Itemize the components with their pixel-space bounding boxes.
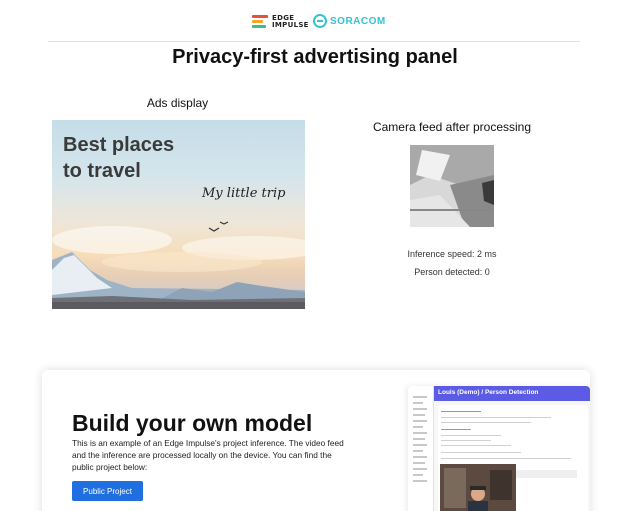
ad-title: Best places to travel: [63, 132, 174, 184]
edge-impulse-logo-icon: [252, 15, 268, 29]
build-model-card: Build your own model This is an example …: [42, 370, 590, 511]
public-project-button[interactable]: Public Project: [72, 481, 143, 501]
soracom-logo-text: SORACOM: [330, 15, 386, 27]
screenshot-video-preview: [440, 464, 516, 511]
build-model-description: This is an example of an Edge Impulse's …: [72, 438, 344, 472]
person-detected-text: Person detected: 0: [414, 267, 490, 277]
build-model-title: Build your own model: [72, 410, 313, 436]
page-title: Privacy-first advertising panel: [172, 46, 458, 68]
edge-impulse-logo[interactable]: EDGE IMPULSE: [252, 14, 309, 29]
camera-feed-image: [410, 145, 494, 227]
ad-tagline: My little trip: [202, 186, 286, 201]
bird-icon: [208, 227, 220, 232]
ads-display-label: Ads display: [146, 96, 209, 110]
screenshot-header-title: Louis (Demo) / Person Detection: [438, 389, 539, 396]
soracom-logo[interactable]: SORACOM: [313, 14, 386, 28]
project-screenshot: Louis (Demo) / Person Detection: [408, 386, 590, 511]
soracom-logo-icon: [313, 14, 327, 28]
ad-title-line1: Best places: [63, 134, 175, 156]
bird-icon: [219, 221, 229, 225]
header: EDGE IMPULSE SORACOM: [0, 0, 640, 42]
ad-banner: Best places to travel My little trip: [52, 120, 305, 309]
header-divider: [48, 41, 580, 42]
inference-speed-text: Inference speed: 2 ms: [407, 249, 497, 259]
edge-impulse-logo-text: EDGE IMPULSE: [272, 14, 309, 29]
screenshot-sidebar: [408, 386, 434, 511]
ad-title-line2: to travel: [63, 160, 141, 182]
camera-feed-label: Camera feed after processing: [372, 120, 532, 134]
screenshot-header: Louis (Demo) / Person Detection: [434, 386, 590, 401]
